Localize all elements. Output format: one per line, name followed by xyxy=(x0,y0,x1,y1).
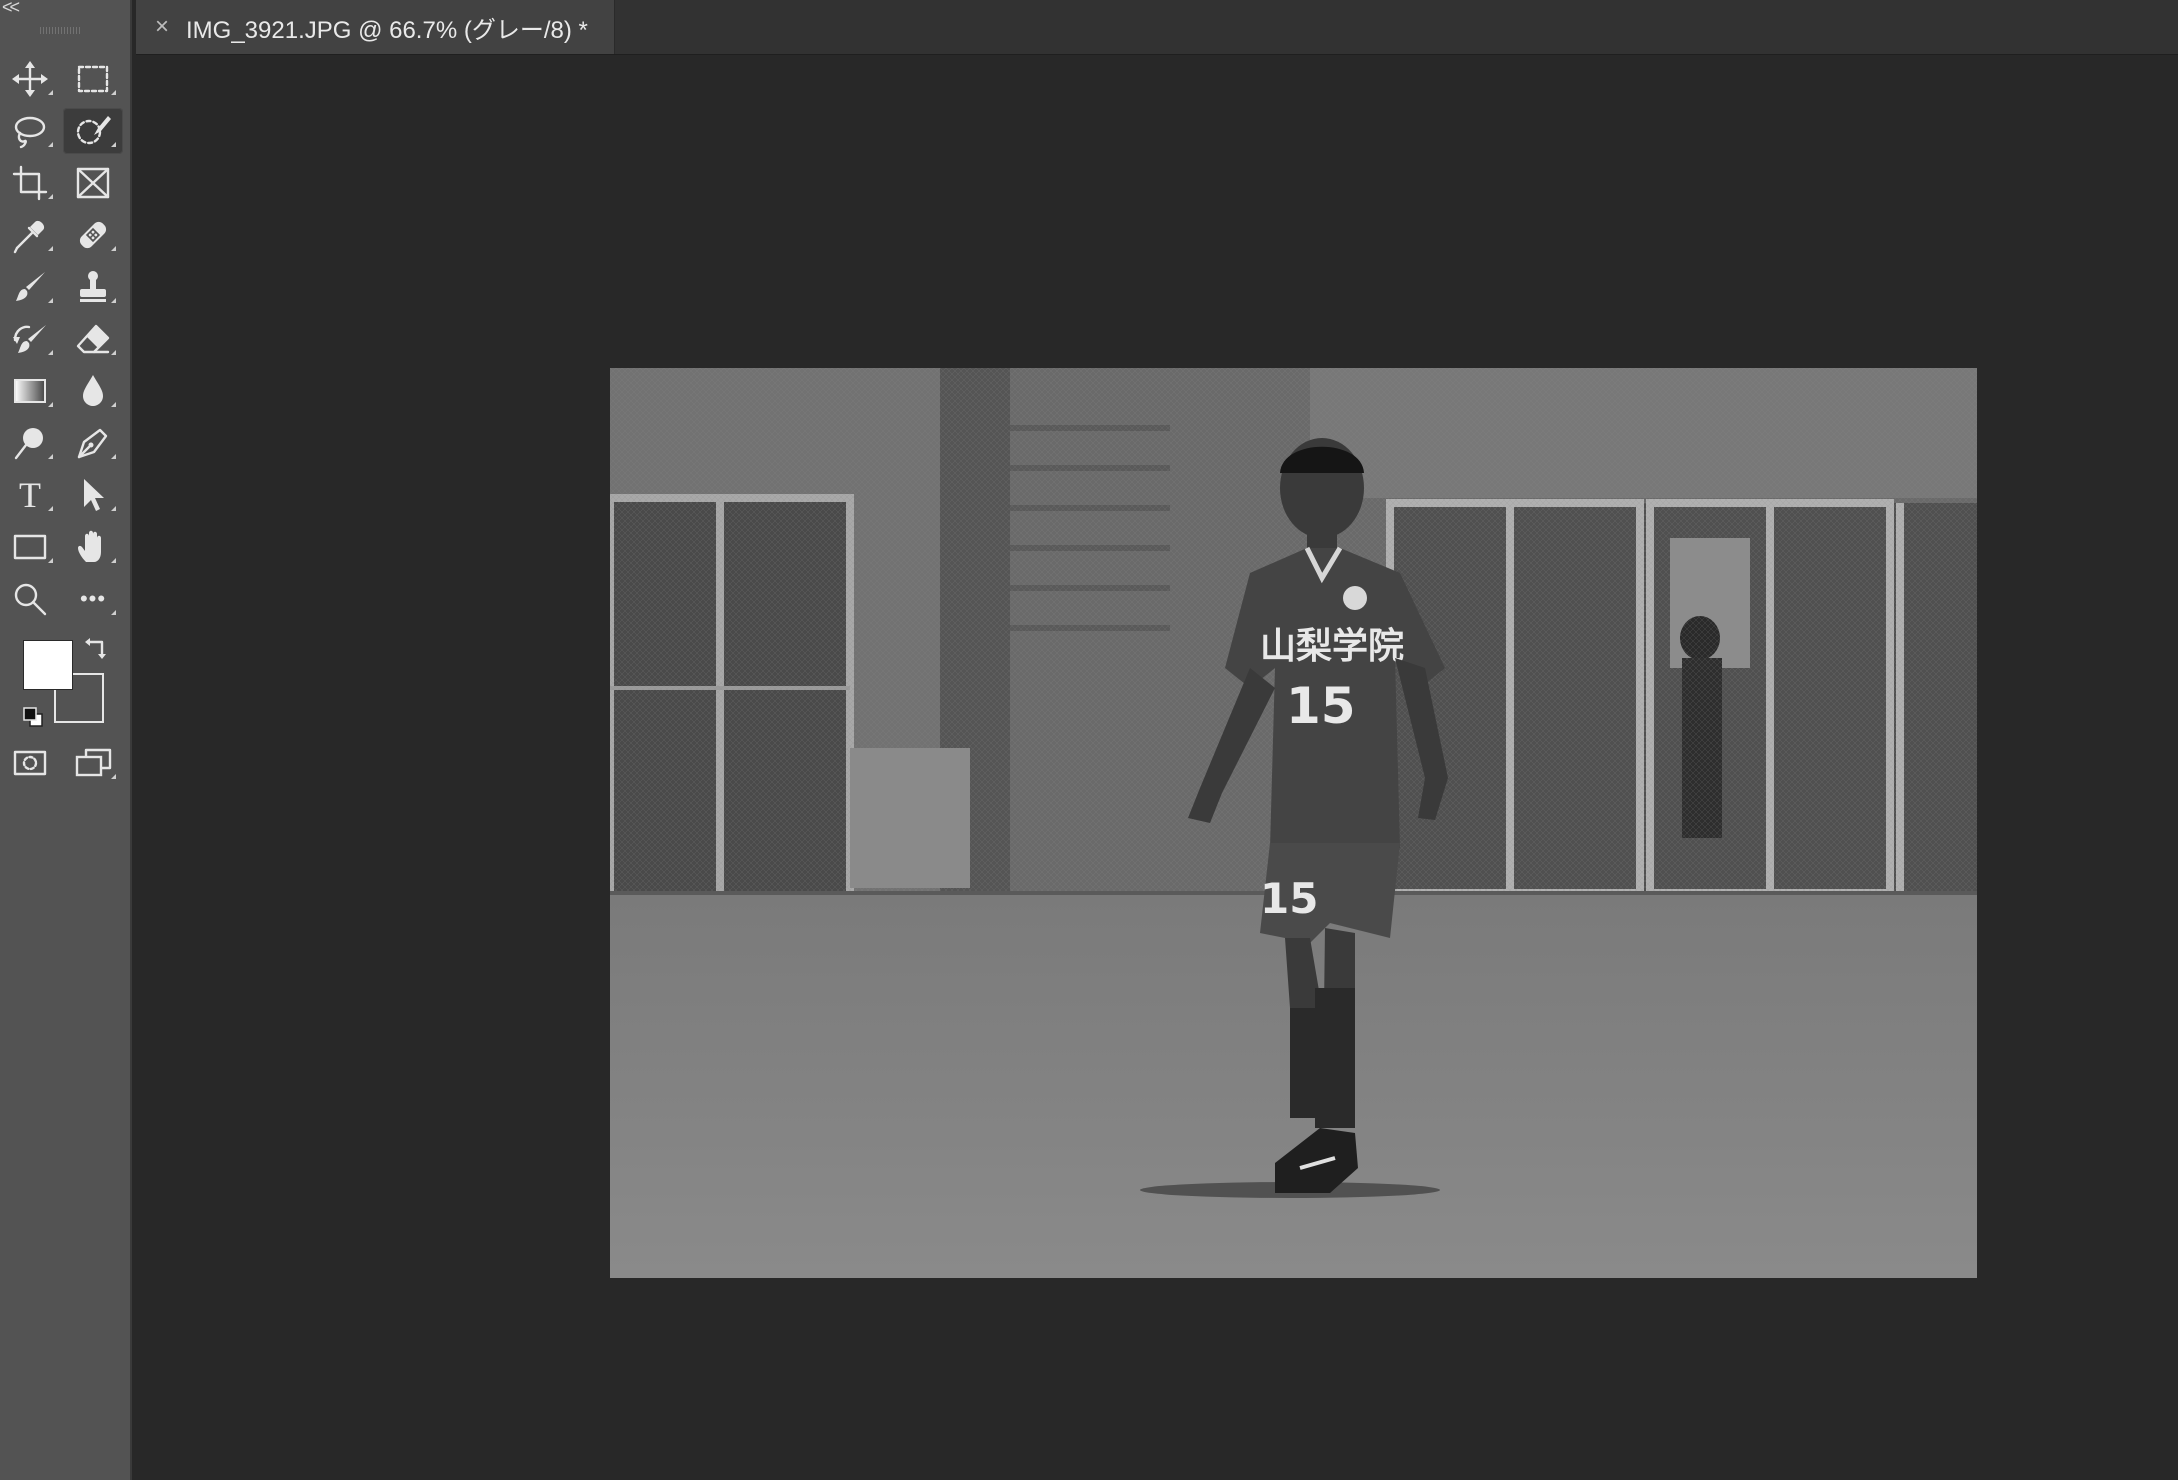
jersey-text: 山梨学院 xyxy=(1260,625,1404,667)
hand-tool-button[interactable] xyxy=(63,524,123,570)
lasso-icon xyxy=(14,116,46,149)
pen-icon xyxy=(77,428,108,459)
document-tab-bar: × IMG_3921.JPG @ 66.7% (グレー/8) * xyxy=(136,0,2178,55)
move-tool-button[interactable] xyxy=(0,56,60,102)
brush-tool-button[interactable] xyxy=(0,264,60,310)
path-selection-tool-button[interactable] xyxy=(63,472,123,518)
quick-mask-button[interactable] xyxy=(0,740,60,786)
eyedropper-tool-button[interactable] xyxy=(0,212,60,258)
clone-stamp-tool-button[interactable] xyxy=(63,264,123,310)
marquee-tool-button[interactable] xyxy=(63,56,123,102)
soccer-player-photo: 山梨学院 15 15 xyxy=(610,368,1977,1278)
close-tab-icon[interactable]: × xyxy=(150,13,174,41)
hand-icon xyxy=(78,530,101,562)
type-tool-button[interactable]: T xyxy=(0,472,60,518)
swap-colors-icon[interactable] xyxy=(84,636,108,660)
gradient-tool-button[interactable] xyxy=(0,368,60,414)
type-icon: T xyxy=(19,475,41,515)
rectangle-tool-button[interactable] xyxy=(0,524,60,570)
collapse-panel-button[interactable]: << xyxy=(2,0,20,16)
clone-stamp-icon xyxy=(80,271,106,302)
history-brush-tool-button[interactable] xyxy=(0,316,60,362)
gradient-icon xyxy=(14,379,46,403)
default-colors-icon[interactable] xyxy=(22,706,44,728)
lasso-tool-button[interactable] xyxy=(0,108,60,154)
zoom-icon xyxy=(14,583,47,616)
eraser-tool-button[interactable] xyxy=(63,316,123,362)
path-selection-icon xyxy=(84,479,104,511)
blur-icon xyxy=(83,375,103,406)
frame-icon xyxy=(76,167,110,199)
jersey-number: 15 xyxy=(1286,677,1356,735)
crop-tool-button[interactable] xyxy=(0,160,60,206)
document-canvas-area[interactable]: 山梨学院 15 15 xyxy=(136,55,2178,1480)
healing-brush-tool-button[interactable] xyxy=(63,212,123,258)
document-tab[interactable]: × IMG_3921.JPG @ 66.7% (グレー/8) * xyxy=(136,0,615,54)
brush-icon xyxy=(16,272,45,301)
healing-brush-icon xyxy=(79,221,107,249)
document-image[interactable]: 山梨学院 15 15 xyxy=(610,368,1977,1278)
crop-icon xyxy=(12,165,48,201)
object-selection-tool-button[interactable] xyxy=(63,108,123,154)
blur-tool-button[interactable] xyxy=(63,368,123,414)
screen-mode-icon xyxy=(75,748,112,777)
dodge-tool-button[interactable] xyxy=(0,420,60,466)
frame-tool-button[interactable] xyxy=(63,160,123,206)
shorts-number: 15 xyxy=(1260,874,1318,923)
more-tools-button[interactable]: ••• xyxy=(63,576,123,622)
pen-tool-button[interactable] xyxy=(63,420,123,466)
panel-grip[interactable] xyxy=(40,27,80,34)
eraser-icon xyxy=(76,324,110,354)
history-brush-icon xyxy=(13,325,46,353)
move-icon xyxy=(12,61,48,97)
document-tab-title: IMG_3921.JPG @ 66.7% (グレー/8) * xyxy=(186,16,588,44)
quick-mask-icon xyxy=(13,750,47,776)
dodge-icon xyxy=(14,428,43,460)
eyedropper-icon xyxy=(13,220,45,254)
more-tools-icon: ••• xyxy=(79,586,107,611)
foreground-color-swatch[interactable] xyxy=(23,640,73,690)
rectangle-shape-icon xyxy=(13,534,47,560)
rectangular-marquee-icon xyxy=(77,65,109,93)
zoom-tool-button[interactable] xyxy=(0,576,60,622)
object-selection-icon xyxy=(76,116,111,145)
screen-mode-button[interactable] xyxy=(63,740,123,786)
tools-panel: << T ••• xyxy=(0,0,132,1480)
